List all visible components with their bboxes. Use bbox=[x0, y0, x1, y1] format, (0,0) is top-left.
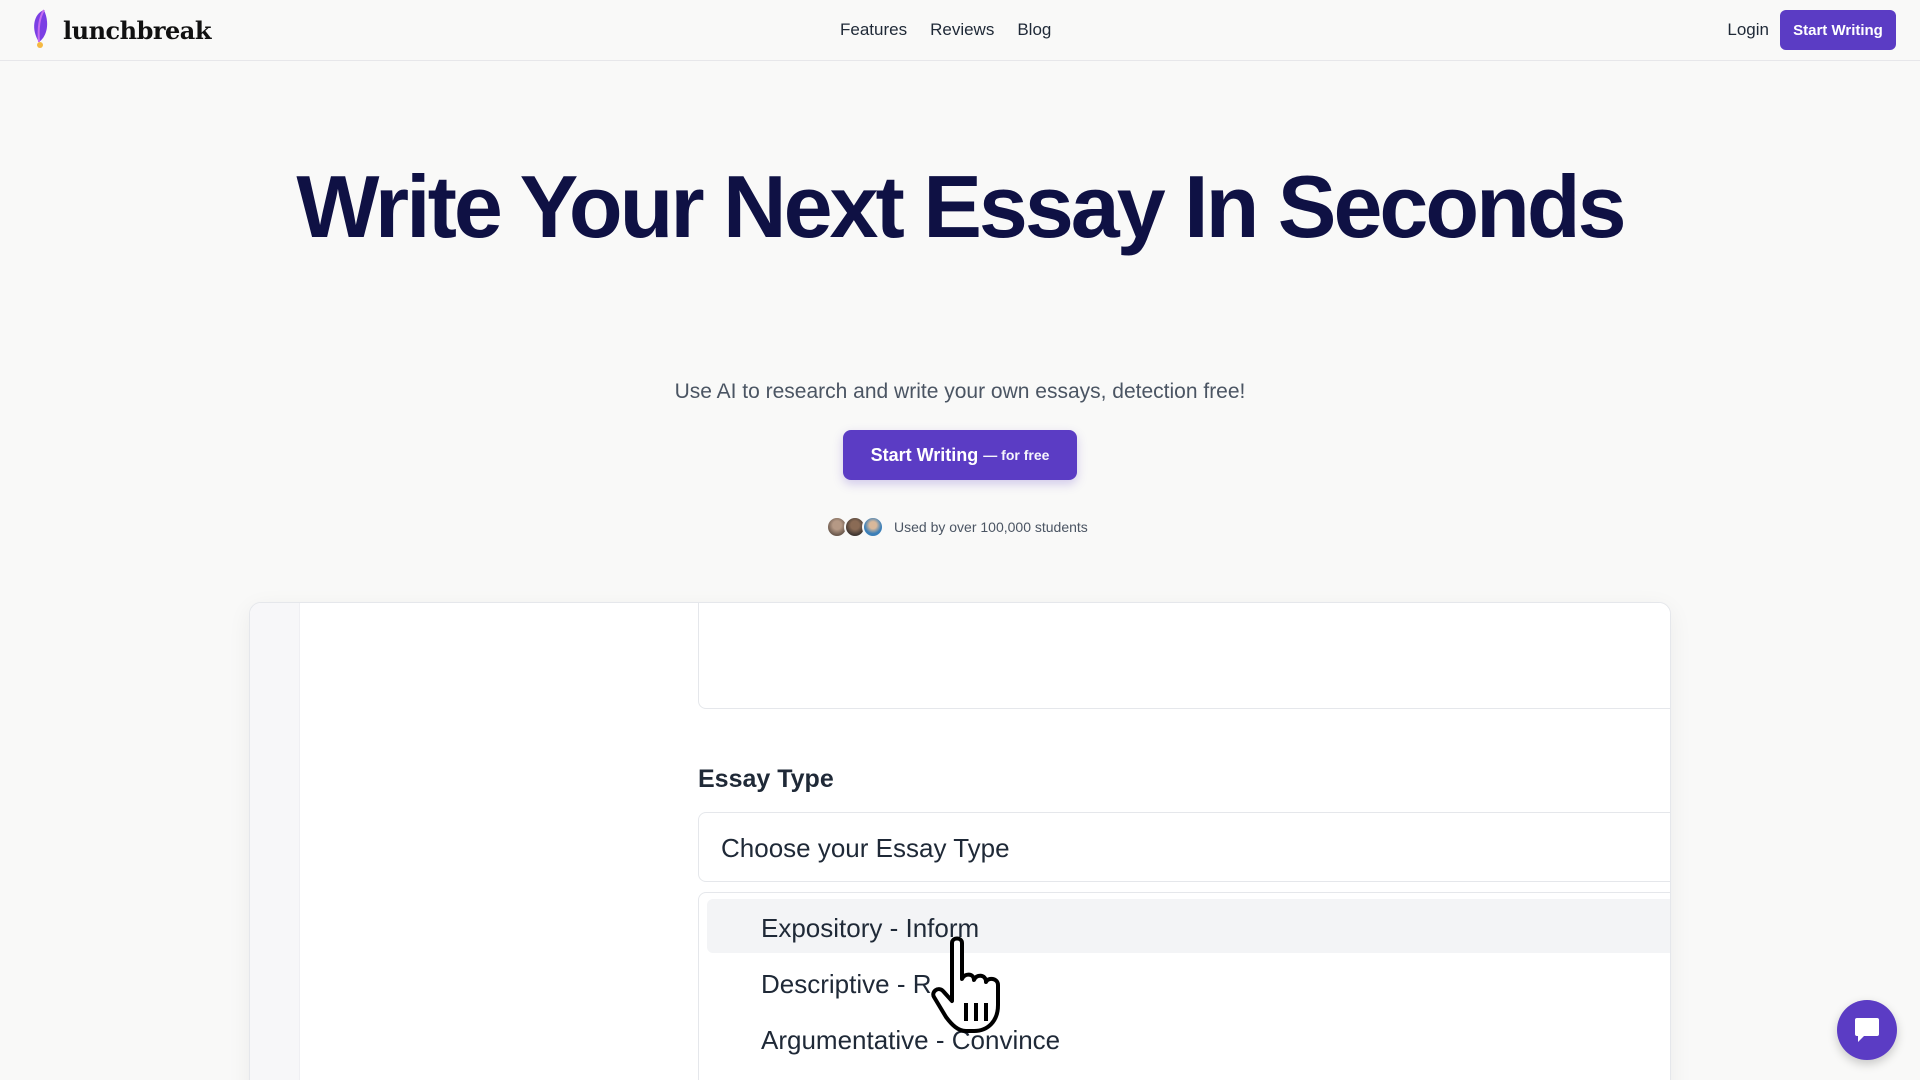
demo-sidebar bbox=[250, 603, 300, 1080]
cta-sub-label: — for free bbox=[983, 447, 1050, 463]
option-descriptive[interactable]: Descriptive - R bbox=[707, 955, 1670, 1009]
brand-logo[interactable]: lunchbreak bbox=[27, 8, 211, 52]
hero-subtitle: Use AI to research and write your own es… bbox=[674, 380, 1246, 403]
option-argumentative[interactable]: Argumentative - Convince bbox=[707, 1011, 1670, 1065]
top-navigation-bar: lunchbreak Features Reviews Blog Login S… bbox=[0, 0, 1920, 61]
avatar bbox=[862, 516, 884, 538]
brand-name: lunchbreak bbox=[63, 15, 211, 45]
primary-nav: Features Reviews Blog bbox=[840, 20, 1051, 40]
option-expository[interactable]: Expository - Inform bbox=[707, 899, 1670, 953]
login-link[interactable]: Login bbox=[1727, 20, 1769, 40]
essay-type-label: Essay Type bbox=[698, 765, 834, 793]
chat-bubble-icon bbox=[1855, 1018, 1879, 1042]
social-proof-text: Used by over 100,000 students bbox=[894, 519, 1088, 535]
nav-link-reviews[interactable]: Reviews bbox=[930, 20, 994, 40]
social-proof: Used by over 100,000 students bbox=[826, 516, 1088, 538]
cta-main-label: Start Writing bbox=[870, 444, 979, 465]
hand-pointer-icon bbox=[931, 936, 1000, 1033]
demo-topic-textarea[interactable] bbox=[698, 603, 1670, 709]
feather-logo-icon bbox=[34, 9, 48, 48]
start-writing-cta-button[interactable]: Start Writing — for free bbox=[843, 430, 1077, 480]
start-writing-header-button[interactable]: Start Writing bbox=[1780, 10, 1896, 50]
essay-type-dropdown: Expository - Inform Descriptive - R Argu… bbox=[698, 892, 1670, 1080]
nav-link-blog[interactable]: Blog bbox=[1017, 20, 1051, 40]
chat-launcher-button[interactable] bbox=[1837, 1000, 1897, 1060]
hero-title: Write Your Next Essay In Seconds bbox=[296, 157, 1626, 256]
nav-link-features[interactable]: Features bbox=[840, 20, 907, 40]
essay-type-select[interactable]: Choose your Essay Type bbox=[698, 812, 1670, 882]
student-avatars bbox=[826, 516, 884, 538]
